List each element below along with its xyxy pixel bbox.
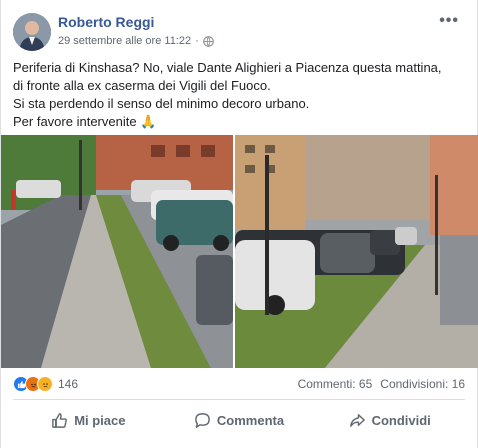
sad-reaction-icon [37, 376, 53, 392]
like-button[interactable]: Mi piace [13, 404, 164, 436]
shares-count[interactable]: Condivisioni: 16 [380, 377, 465, 391]
post-text-line: Periferia di Kinshasa? No, viale Dante A… [13, 60, 442, 75]
photo-street-left[interactable] [1, 135, 233, 368]
comment-button[interactable]: Commenta [164, 404, 315, 436]
post-text-line: Per favore intervenite [13, 114, 137, 129]
share-icon [349, 413, 365, 427]
post-card: Roberto Reggi 29 settembre alle ore 11:2… [0, 0, 478, 448]
action-bar: Mi piace Commenta Condividi [13, 404, 465, 436]
more-options-icon[interactable]: ••• [439, 12, 459, 30]
post-stats: Commenti: 65 Condivisioni: 16 [298, 377, 465, 391]
comments-count[interactable]: Commenti: 65 [298, 377, 373, 391]
comment-button-label: Commenta [216, 412, 285, 428]
avatar[interactable] [13, 13, 51, 51]
photo-gallery [1, 135, 478, 368]
post-text: Periferia di Kinshasa? No, viale Dante A… [13, 59, 469, 131]
share-button-label: Condividi [371, 412, 431, 428]
thumbs-up-icon [52, 412, 68, 428]
post-text-line: di fronte alla ex caserma dei Vigili del… [13, 78, 271, 93]
reactions-summary[interactable]: 146 [13, 376, 78, 392]
divider [13, 399, 465, 400]
author-name[interactable]: Roberto Reggi [58, 14, 154, 30]
comment-icon [195, 412, 210, 428]
like-button-label: Mi piace [74, 412, 126, 428]
share-button[interactable]: Condividi [314, 404, 465, 436]
photo-street-right[interactable] [235, 135, 478, 368]
post-text-line-last: Per favore intervenite 🙏 [13, 113, 469, 131]
post-meta: 29 settembre alle ore 11:22 · [58, 35, 214, 47]
post-text-line: Si sta perdendo il senso del minimo deco… [13, 96, 310, 111]
globe-icon[interactable] [202, 35, 214, 47]
post-timestamp[interactable]: 29 settembre alle ore 11:22 [58, 35, 191, 47]
reaction-count: 146 [58, 377, 79, 391]
praying-hands-emoji: 🙏 [140, 114, 157, 129]
